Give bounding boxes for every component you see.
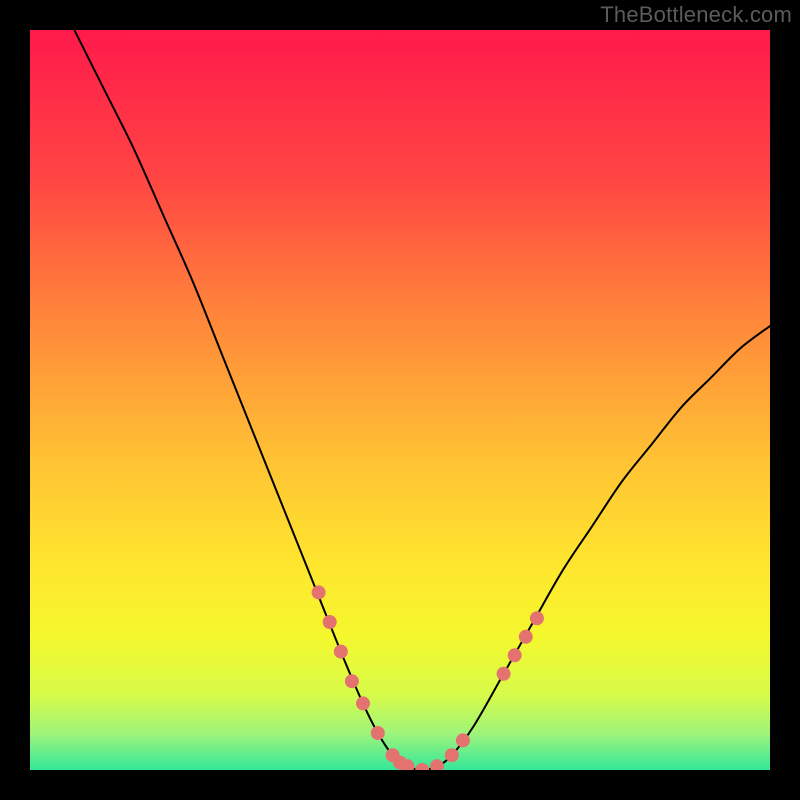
- highlight-dot: [456, 733, 470, 747]
- highlight-dot: [508, 648, 522, 662]
- highlight-dot: [445, 748, 459, 762]
- highlight-dot: [356, 696, 370, 710]
- chart-svg: [30, 30, 770, 770]
- highlight-dot: [371, 726, 385, 740]
- highlight-dot: [334, 645, 348, 659]
- highlight-dot: [345, 674, 359, 688]
- chart-frame: TheBottleneck.com: [0, 0, 800, 800]
- gradient-background: [30, 30, 770, 770]
- highlight-dot: [323, 615, 337, 629]
- plot-area: [30, 30, 770, 770]
- highlight-dot: [312, 585, 326, 599]
- highlight-dot: [530, 611, 544, 625]
- watermark-text: TheBottleneck.com: [600, 2, 792, 28]
- highlight-dot: [497, 667, 511, 681]
- highlight-dot: [519, 630, 533, 644]
